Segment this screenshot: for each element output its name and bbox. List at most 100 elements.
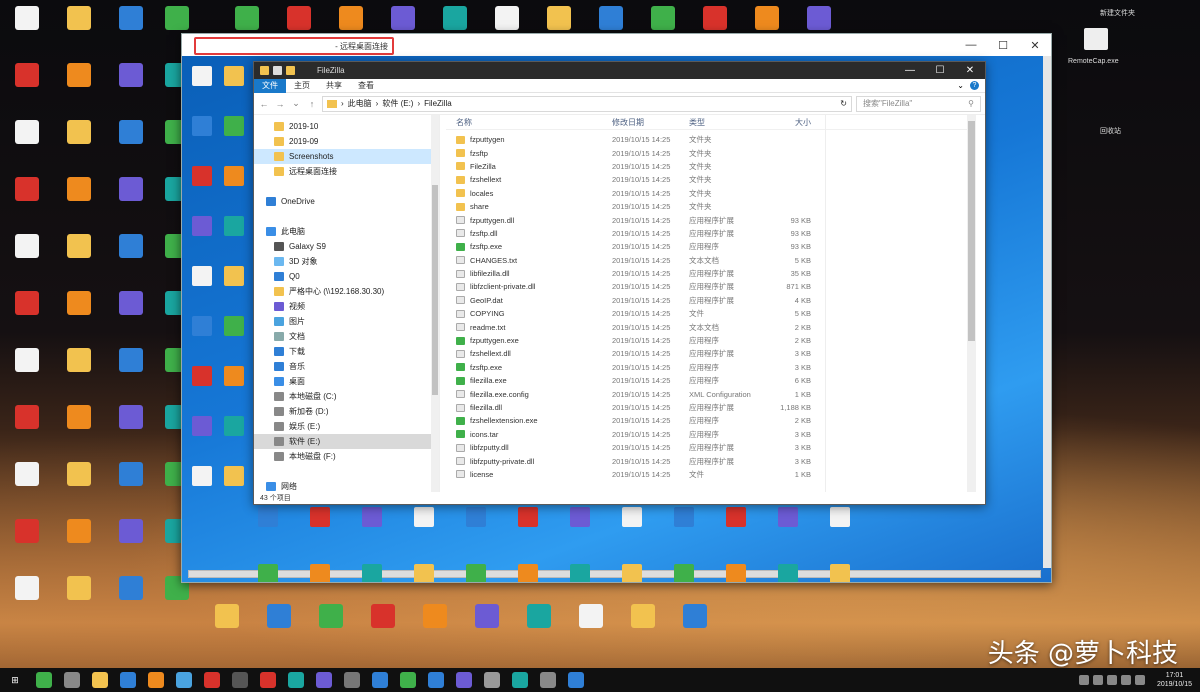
remote-desktop-shortcut[interactable] [242,564,294,582]
taskbar-app-icon[interactable] [568,672,584,688]
desktop-shortcut[interactable] [272,6,326,32]
desktop-shortcut[interactable] [52,519,106,545]
remote-desktop-shortcut[interactable] [658,564,710,582]
refresh-icon[interactable]: ↻ [840,99,847,108]
recent-chevron-icon[interactable]: ⌄ [290,98,302,109]
desktop-shortcut[interactable] [0,405,54,431]
tray-icon[interactable] [1092,675,1103,685]
explorer-minimize-button[interactable]: — [895,62,925,79]
remote-desktop-shortcut[interactable] [398,564,450,582]
desktop-shortcut[interactable] [0,177,54,203]
desktop-shortcut[interactable] [0,291,54,317]
breadcrumb-item[interactable]: 软件 (E:) [382,98,413,109]
network-icon[interactable] [1134,675,1145,685]
new-folder-icon[interactable] [286,66,295,75]
desktop-shortcut[interactable] [0,519,54,545]
desktop-shortcut[interactable] [304,604,358,630]
tab-view[interactable]: 查看 [350,79,382,93]
taskbar-app-icon[interactable] [540,672,556,688]
remote-desktop-shortcut[interactable] [294,507,346,528]
address-bar[interactable]: › 此电脑 › 软件 (E:) › FileZilla ↻ [322,95,852,112]
explorer-titlebar[interactable]: FileZilla — ☐ ✕ [254,62,985,79]
forward-icon[interactable]: → [274,99,286,109]
remote-desktop-shortcut[interactable] [502,507,554,528]
nav-item[interactable]: 此电脑 [254,224,439,239]
column-type[interactable]: 类型 [689,117,766,128]
desktop-shortcut[interactable] [376,6,430,32]
explorer-close-button[interactable]: ✕ [955,62,985,79]
remote-desktop-shortcut[interactable] [554,564,606,582]
taskbar-app-icon[interactable] [260,672,276,688]
nav-item[interactable]: 娱乐 (E:) [254,419,439,434]
desktop-shortcut[interactable] [252,604,306,630]
clock[interactable]: 17:01 2019/10/15 [1157,671,1192,689]
nav-item[interactable]: 桌面 [254,374,439,389]
desktop-shortcut[interactable] [0,462,54,488]
nav-item[interactable]: 2019-10 [254,119,439,134]
nav-item[interactable]: Galaxy S9 [254,239,439,254]
remote-desktop-shortcut[interactable] [762,564,814,582]
remote-desktop-shortcut[interactable] [658,507,710,528]
desktop-shortcut[interactable] [52,462,106,488]
taskbar-app-icon[interactable] [344,672,360,688]
desktop-shortcut[interactable] [0,576,54,602]
taskbar-app-icon[interactable] [484,672,500,688]
desktop-shortcut[interactable] [200,604,254,630]
desktop-shortcut[interactable] [0,234,54,260]
nav-item[interactable]: 严格中心 (\\192.168.30.30) [254,284,439,299]
desktop-shortcut[interactable] [52,405,106,431]
desktop-shortcut[interactable] [688,6,742,32]
nav-item[interactable]: 图片 [254,314,439,329]
desktop-shortcut[interactable] [52,348,106,374]
desktop-shortcut[interactable] [0,6,54,32]
desktop-shortcut[interactable] [0,63,54,89]
tray-icon[interactable] [1078,675,1089,685]
remote-vertical-scrollbar[interactable] [1043,56,1051,568]
taskbar-app-icon[interactable] [456,672,472,688]
taskbar-app-icon[interactable] [92,672,108,688]
column-date[interactable]: 修改日期 [612,117,689,128]
desktop-label-new-folder[interactable]: 新建文件夹 [1100,8,1135,18]
desktop-shortcut[interactable] [0,348,54,374]
explorer-maximize-button[interactable]: ☐ [925,62,955,79]
nav-item[interactable]: 远程桌面连接 [254,164,439,179]
nav-scrollbar[interactable] [431,115,439,492]
column-size[interactable]: 大小 [766,117,811,128]
nav-item[interactable]: 新加卷 (D:) [254,404,439,419]
taskbar-app-icon[interactable] [288,672,304,688]
nav-item[interactable]: OneDrive [254,194,439,209]
remote-desktop-shortcut[interactable] [346,507,398,528]
taskbar-app-icon[interactable] [64,672,80,688]
nav-item[interactable]: 3D 对象 [254,254,439,269]
remote-desktop-shortcut[interactable] [450,564,502,582]
desktop-shortcut[interactable] [52,63,106,89]
remote-window-titlebar[interactable]: - 远程桌面连接 — ☐ ✕ [182,34,1051,56]
remote-desktop-shortcut[interactable] [294,564,346,582]
volume-icon[interactable] [1120,675,1131,685]
nav-item[interactable]: 视频 [254,299,439,314]
remote-desktop-shortcut[interactable] [710,507,762,528]
tab-home[interactable]: 主页 [286,79,318,93]
taskbar-app-icon[interactable] [36,672,52,688]
desktop-shortcut[interactable] [52,234,106,260]
close-button[interactable]: ✕ [1019,34,1051,56]
taskbar-app-icon[interactable] [204,672,220,688]
tab-file[interactable]: 文件 [254,78,286,93]
desktop-shortcut[interactable] [52,291,106,317]
nav-item[interactable]: 文档 [254,329,439,344]
desktop-shortcut[interactable] [668,604,722,630]
tab-share[interactable]: 共享 [318,79,350,93]
desktop-shortcut[interactable] [52,177,106,203]
taskbar-app-icon[interactable] [512,672,528,688]
quick-access-toolbar[interactable] [260,66,295,75]
breadcrumb-item[interactable]: FileZilla [424,99,452,108]
remote-desktop-shortcut[interactable] [606,564,658,582]
nav-item[interactable]: 音乐 [254,359,439,374]
chevron-down-icon[interactable]: ⌄ [957,81,964,90]
remote-desktop-shortcut[interactable] [606,507,658,528]
desktop-shortcut[interactable] [52,120,106,146]
start-button[interactable]: ⊞ [0,668,30,692]
minimize-button[interactable]: — [955,34,987,56]
remote-desktop-shortcut[interactable] [554,507,606,528]
remote-desktop-shortcut[interactable] [502,564,554,582]
